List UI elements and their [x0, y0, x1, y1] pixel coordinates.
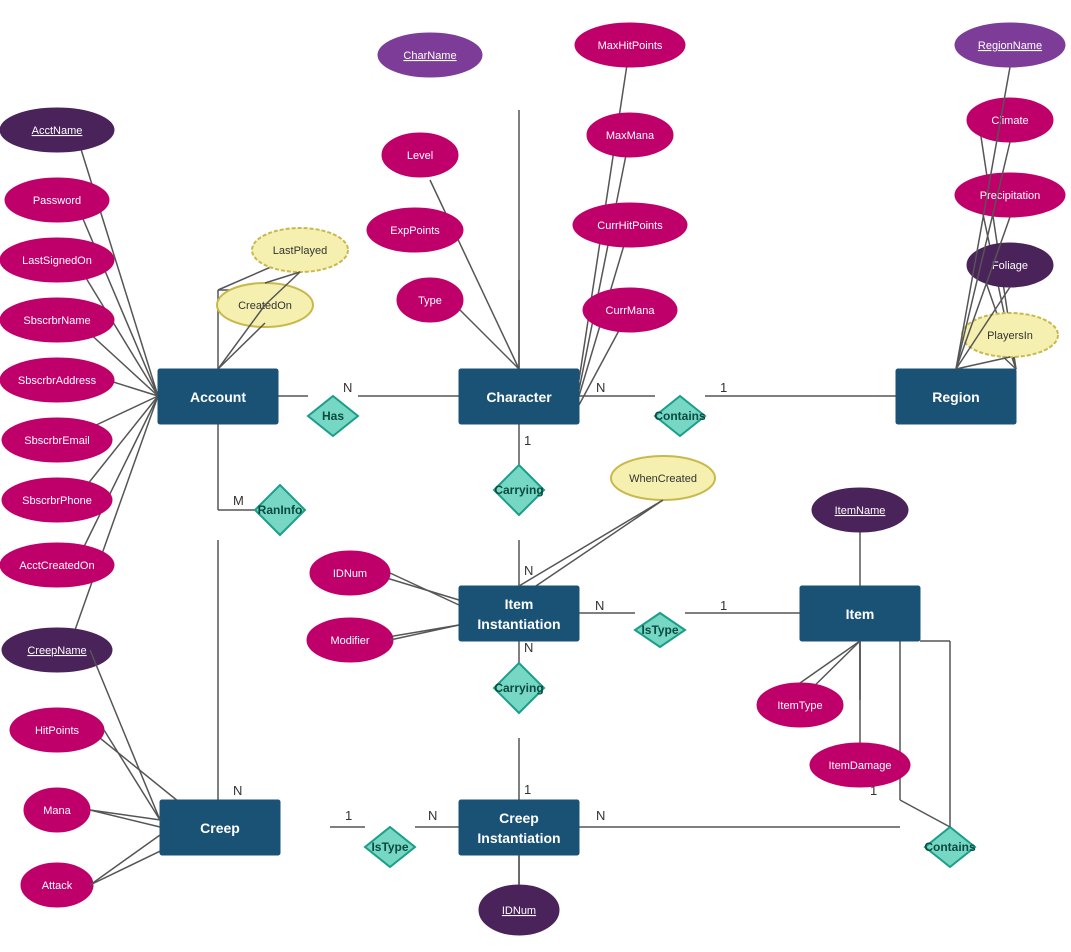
lastplayed-label: LastPlayed: [273, 245, 327, 257]
creep-instantiation-label2: Instantiation: [477, 830, 560, 846]
currmana-label: CurrMana: [606, 305, 656, 317]
has-label: Has: [322, 409, 344, 423]
sbscrbraddress-label: SbscrbrAddress: [18, 375, 97, 387]
mana-label: Mana: [43, 805, 71, 817]
svg-text:1: 1: [345, 808, 352, 823]
regionname-label: RegionName: [978, 40, 1042, 52]
maxmana-label: MaxMana: [606, 130, 655, 142]
contains-char-region-label: Contains: [654, 409, 706, 423]
svg-text:N: N: [596, 808, 605, 823]
svg-text:N: N: [343, 380, 352, 395]
idnum-bottom-label: IDNum: [502, 905, 536, 917]
item-instantiation-label2: Instantiation: [477, 616, 560, 632]
hitpoints-label: HitPoints: [35, 725, 80, 737]
raninfo-label: RanInfo: [258, 503, 303, 517]
account-label: Account: [190, 389, 246, 405]
carrying-top-label: Carrying: [494, 483, 543, 497]
svg-text:N: N: [524, 640, 533, 655]
maxhitpoints-label: MaxHitPoints: [598, 40, 663, 52]
exppoints-label: ExpPoints: [390, 225, 440, 237]
character-label: Character: [486, 389, 552, 405]
contains-creep-label: Contains: [924, 840, 976, 854]
playersin-label: PlayersIn: [987, 330, 1033, 342]
lastsignedon-label: LastSignedOn: [22, 255, 92, 267]
whencreated-label: WhenCreated: [629, 473, 697, 485]
acctname-label: AcctName: [32, 125, 83, 137]
istype-creep-label: IsType: [371, 840, 408, 854]
charname-label: CharName: [403, 50, 456, 62]
itemname-label: ItemName: [835, 505, 886, 517]
currhitpoints-label: CurrHitPoints: [597, 220, 663, 232]
creep-label: Creep: [200, 820, 240, 836]
password-label: Password: [33, 195, 81, 207]
modifier-label: Modifier: [330, 635, 369, 647]
creepname-label: CreepName: [27, 645, 86, 657]
sbscrbremale-label: SbscrbrEmail: [24, 435, 89, 447]
item-instantiation-label1: Item: [505, 596, 534, 612]
svg-text:N: N: [524, 563, 533, 578]
sbscrbrname-label: SbscrbrName: [23, 315, 90, 327]
istype-item-label: IsType: [641, 623, 678, 637]
item-label: Item: [846, 606, 875, 622]
svg-text:M: M: [233, 493, 244, 508]
itemdamage-label: ItemDamage: [829, 760, 892, 772]
acctcreatedon-label: AcctCreatedOn: [19, 560, 94, 572]
attack-label: Attack: [42, 880, 73, 892]
svg-text:N: N: [233, 783, 242, 798]
svg-text:N: N: [428, 808, 437, 823]
svg-text:N: N: [595, 598, 604, 613]
svg-text:1: 1: [524, 433, 531, 448]
itemtype-label: ItemType: [777, 700, 822, 712]
sbscrbrphone-label: SbscrbrPhone: [22, 495, 92, 507]
region-label: Region: [932, 389, 979, 405]
svg-text:N: N: [596, 380, 605, 395]
item-instantiation-entity: [459, 586, 579, 641]
svg-text:1: 1: [524, 782, 531, 797]
svg-text:1: 1: [720, 380, 727, 395]
level-label: Level: [407, 150, 433, 162]
carrying-bottom-label: Carrying: [494, 681, 543, 695]
svg-text:1: 1: [720, 598, 727, 613]
foliage-label: Foliage: [992, 260, 1028, 272]
creep-instantiation-entity: [459, 800, 579, 855]
idnum-top-label: IDNum: [333, 568, 367, 580]
precipitation-label: Precipitation: [980, 190, 1041, 202]
creep-instantiation-label1: Creep: [499, 810, 539, 826]
climate-label: Climate: [991, 115, 1028, 127]
type-label: Type: [418, 295, 442, 307]
